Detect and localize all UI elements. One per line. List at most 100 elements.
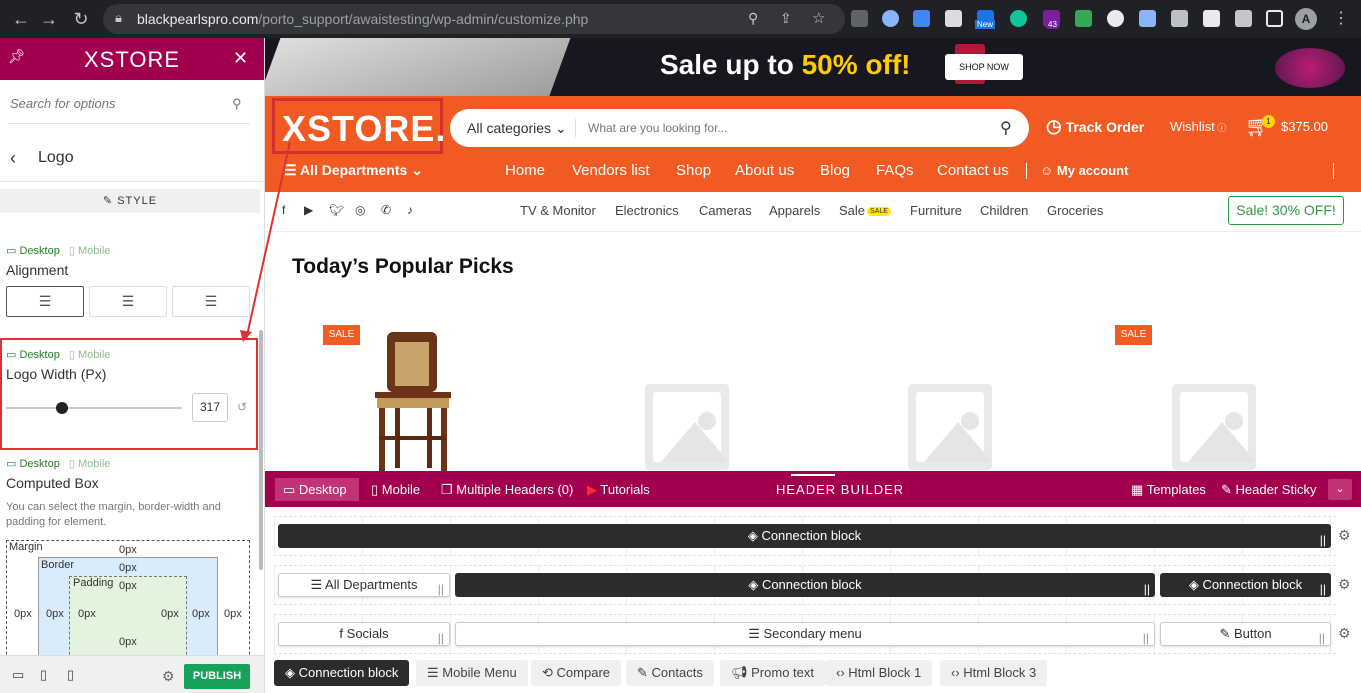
extension-flag-icon[interactable]: [1203, 10, 1220, 27]
drag-handle-icon[interactable]: ||: [1143, 627, 1149, 649]
sidepanel-icon[interactable]: [1266, 10, 1283, 27]
builder-block[interactable]: ☰ All Departments ||: [278, 573, 450, 597]
forward-icon[interactable]: →: [38, 8, 60, 30]
drag-handle-icon[interactable]: ||: [438, 627, 444, 649]
available-element[interactable]: ‹› Html Block 3: [940, 660, 1048, 686]
builder-block[interactable]: f Socials ||: [278, 622, 450, 646]
drag-handle-icon[interactable]: ||: [1320, 577, 1326, 601]
available-element[interactable]: 📢︎ Promo text: [720, 660, 825, 686]
collapse-chevron-icon[interactable]: ⌄: [1328, 479, 1352, 500]
tiktok-icon[interactable]: ♪: [407, 203, 413, 217]
product-chair-image[interactable]: [365, 324, 465, 472]
extension-recycle-icon[interactable]: [851, 10, 868, 27]
whatsapp-icon[interactable]: ✆: [381, 203, 391, 217]
extension-new-icon[interactable]: New: [975, 10, 996, 29]
drag-handle-icon[interactable]: ||: [1144, 577, 1150, 601]
drag-handle-icon[interactable]: ||: [438, 578, 444, 600]
mobile-toggle[interactable]: ▯ Mobile: [69, 245, 111, 257]
share-icon[interactable]: ⇪: [780, 10, 792, 27]
search-input[interactable]: What are you looking for...: [588, 121, 727, 135]
desktop-toggle[interactable]: ▭ Desktop: [6, 458, 60, 470]
instagram-icon[interactable]: ◎: [355, 203, 365, 217]
mobile-preview-icon[interactable]: ▯: [67, 667, 74, 683]
extension-translate-icon[interactable]: [913, 10, 930, 27]
extension-layers-icon[interactable]: [1075, 10, 1092, 27]
twitter-icon[interactable]: 🐦︎: [329, 203, 344, 217]
product-placeholder-image[interactable]: [908, 384, 992, 470]
my-account-link[interactable]: ☺ My account: [1040, 163, 1128, 178]
builder-block[interactable]: ◈ Connection block ||: [1160, 573, 1331, 597]
promo-button[interactable]: Sale! 30% OFF!: [1228, 196, 1344, 225]
product-placeholder-image[interactable]: [645, 384, 729, 470]
nav-vendors-list[interactable]: Vendors list: [572, 162, 650, 179]
nav-faqs[interactable]: FAQs: [876, 162, 914, 179]
site-logo[interactable]: XSTORE.: [282, 108, 446, 150]
available-element[interactable]: ◈ Connection block: [274, 660, 410, 686]
extension-pen-icon[interactable]: [1171, 10, 1188, 27]
logo-width-slider[interactable]: [6, 407, 182, 409]
search-bar[interactable]: All categories ⌄ What are you looking fo…: [450, 109, 1029, 147]
tablet-preview-icon[interactable]: ▯: [40, 667, 47, 683]
nav-blog[interactable]: Blog: [820, 162, 850, 179]
category-children[interactable]: Children: [980, 203, 1028, 218]
templates-button[interactable]: ▦ Templates: [1131, 482, 1206, 498]
category-cameras[interactable]: Cameras: [699, 203, 752, 218]
drag-handle-icon[interactable]: ||: [1319, 627, 1325, 649]
nav-contact-us[interactable]: Contact us: [937, 162, 1009, 179]
border-right-value[interactable]: 0px: [192, 608, 210, 620]
extension-swirl-icon[interactable]: [1107, 10, 1124, 27]
builder-tab-desktop[interactable]: ▭ Desktop: [275, 478, 359, 501]
desktop-toggle[interactable]: ▭ Desktop: [6, 349, 60, 361]
row-settings-gear-icon[interactable]: ⚙: [1338, 576, 1351, 593]
youtube-icon[interactable]: ▶: [304, 203, 313, 217]
mobile-toggle[interactable]: ▯ Mobile: [69, 458, 111, 470]
align-center-button[interactable]: ☰: [89, 286, 167, 317]
extensions-puzzle-icon[interactable]: [1235, 10, 1252, 27]
builder-tab-tutorials[interactable]: ▶ Tutorials: [587, 482, 650, 498]
pin-icon[interactable]: 📌︎: [8, 48, 26, 65]
padding-top-value[interactable]: 0px: [119, 580, 137, 592]
margin-left-value[interactable]: 0px: [14, 608, 32, 620]
shop-now-button[interactable]: SHOP NOW: [945, 54, 1023, 80]
reload-icon[interactable]: ↻: [70, 8, 92, 30]
builder-tab-multiple-headers[interactable]: ❐ Multiple Headers (0): [441, 482, 573, 498]
back-chevron-icon[interactable]: ‹: [10, 148, 16, 169]
logo-width-input[interactable]: 317: [192, 393, 228, 422]
builder-block[interactable]: ✎ Button ||: [1160, 622, 1331, 646]
border-left-value[interactable]: 0px: [46, 608, 64, 620]
bookmark-star-icon[interactable]: ☆: [812, 9, 825, 27]
facebook-icon[interactable]: f: [282, 203, 285, 217]
available-element[interactable]: ⟲ Compare: [531, 660, 621, 686]
nav-home[interactable]: Home: [505, 162, 545, 179]
search-icon[interactable]: ⚲: [1000, 118, 1012, 138]
builder-block[interactable]: ☰ Secondary menu ||: [455, 622, 1155, 646]
search-icon[interactable]: ⚲: [232, 96, 242, 112]
panel-drag-handle[interactable]: [791, 474, 835, 476]
row-settings-gear-icon[interactable]: ⚙: [1338, 527, 1351, 544]
nav-shop[interactable]: Shop: [676, 162, 711, 179]
profile-avatar[interactable]: A: [1295, 8, 1317, 30]
browser-menu-icon[interactable]: ⋮: [1333, 8, 1349, 28]
close-icon[interactable]: ✕: [233, 48, 248, 69]
option-search-input[interactable]: Search for options: [10, 96, 116, 111]
reset-icon[interactable]: ↺: [237, 400, 247, 414]
extension-grammarly-icon[interactable]: [1010, 10, 1027, 27]
desktop-toggle[interactable]: ▭ Desktop: [6, 245, 60, 257]
builder-block[interactable]: ◈ Connection block ||: [278, 524, 1331, 548]
back-icon[interactable]: ←: [10, 8, 32, 30]
category-select[interactable]: All categories ⌄: [467, 120, 567, 137]
padding-right-value[interactable]: 0px: [161, 608, 179, 620]
extension-screen-icon[interactable]: [1139, 10, 1156, 27]
wishlist-link[interactable]: Wishlist ⓘ: [1170, 119, 1226, 134]
track-order-link[interactable]: ◷ Track Order: [1046, 116, 1144, 137]
category-tv-monitor[interactable]: TV & Monitor: [520, 203, 596, 218]
border-top-value[interactable]: 0px: [119, 562, 137, 574]
available-element[interactable]: ☰ Mobile Menu: [416, 660, 528, 686]
padding-bottom-value[interactable]: 0px: [119, 636, 137, 648]
sidebar-scrollbar[interactable]: [259, 330, 263, 570]
category-apparels[interactable]: Apparels: [769, 203, 820, 218]
extension-hat-icon[interactable]: 43: [1043, 10, 1060, 29]
extension-camera-icon[interactable]: [945, 10, 962, 27]
align-right-button[interactable]: ☰: [172, 286, 250, 317]
all-departments-menu[interactable]: ☰ All Departments ⌄: [284, 162, 423, 179]
